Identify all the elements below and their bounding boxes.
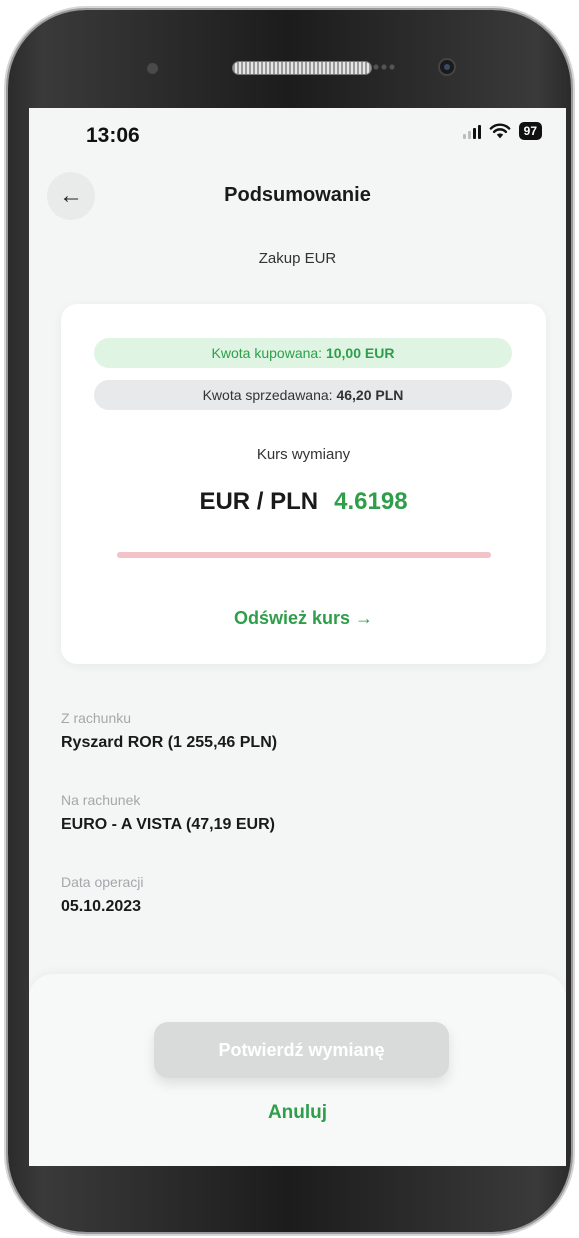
sensor-dots — [373, 64, 395, 70]
sell-amount-value: 46,20 PLN — [336, 387, 404, 403]
sensor-icon — [147, 63, 158, 74]
rate-validity-fill — [117, 552, 491, 558]
sell-amount-badge: Kwota sprzedawana: 46,20 PLN — [94, 380, 512, 410]
exchange-rate-value: 4.6198 — [334, 488, 408, 515]
status-icons: 97 — [462, 122, 542, 140]
currency-pair: EUR / PLN — [199, 488, 319, 515]
app-screen: 13:06 97 ← Podsumowanie Zakup EUR Kwota … — [29, 108, 566, 1166]
wifi-icon — [489, 123, 510, 139]
from-account: Z rachunku Ryszard ROR (1 255,46 PLN) — [61, 710, 277, 752]
phone-frame: 13:06 97 ← Podsumowanie Zakup EUR Kwota … — [8, 10, 571, 1232]
to-account: Na rachunek EURO - A VISTA (47,19 EUR) — [61, 792, 275, 834]
confirm-exchange-button[interactable]: Potwierdź wymianę — [154, 1022, 449, 1078]
operation-date-value: 05.10.2023 — [61, 898, 142, 915]
exchange-rate-row: EUR / PLN 4.6198 — [61, 488, 546, 516]
from-account-label: Z rachunku — [61, 710, 132, 726]
speaker-grille — [232, 61, 372, 75]
to-account-label: Na rachunek — [61, 792, 141, 808]
battery-icon: 97 — [518, 122, 542, 140]
buy-amount-badge: Kwota kupowana: 10,00 EUR — [94, 338, 512, 368]
page-title: Podsumowanie — [224, 184, 371, 206]
buy-amount-label: Kwota kupowana: — [211, 345, 323, 361]
from-account-value: Ryszard ROR (1 255,46 PLN) — [61, 734, 278, 751]
status-time: 13:06 — [86, 124, 140, 147]
operation-date-label: Data operacji — [61, 874, 144, 890]
front-camera-icon — [440, 60, 454, 74]
buy-amount-value: 10,00 EUR — [325, 345, 395, 361]
action-sheet: Potwierdź wymianę Anuluj — [29, 974, 566, 1166]
top-bezel — [8, 10, 571, 98]
bottom-bezel — [8, 1166, 571, 1232]
cancel-button[interactable]: Anuluj — [29, 1102, 566, 1124]
refresh-rate-button[interactable]: Odśwież kurs → — [61, 608, 546, 629]
exchange-rate-label: Kurs wymiany — [256, 446, 351, 463]
signal-icon — [462, 123, 481, 139]
summary-card: Kwota kupowana: 10,00 EUR Kwota sprzedaw… — [61, 304, 546, 664]
transaction-type: Zakup EUR — [258, 250, 337, 267]
to-account-value: EURO - A VISTA (47,19 EUR) — [61, 816, 275, 833]
operation-date: Data operacji 05.10.2023 — [61, 874, 144, 916]
rate-validity-bar — [117, 552, 491, 558]
sell-amount-label: Kwota sprzedawana: — [202, 387, 333, 403]
